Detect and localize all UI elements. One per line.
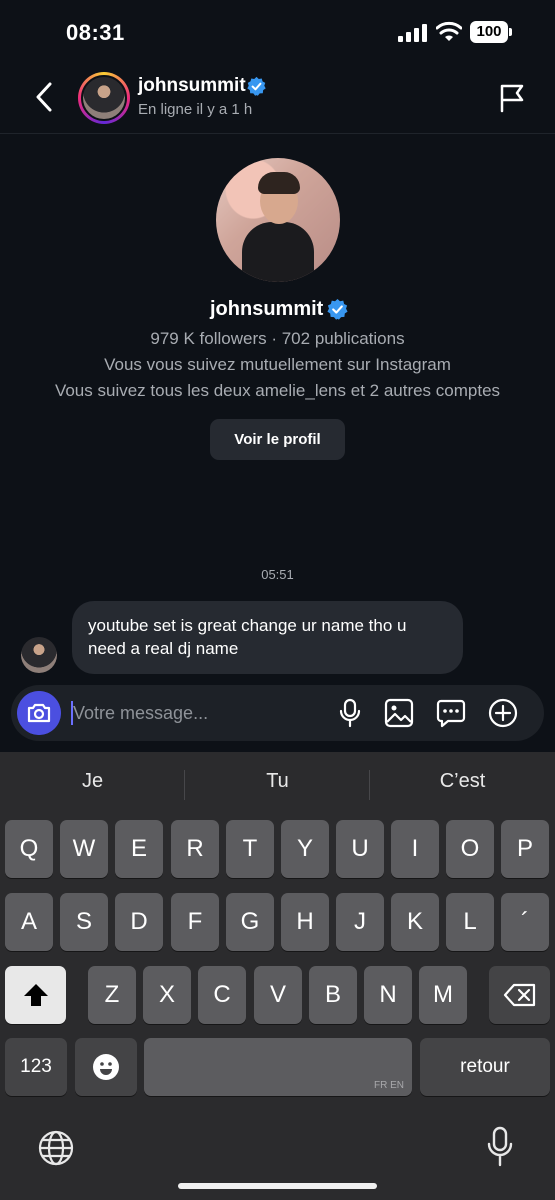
mutual-follow-text: Vous vous suivez mutuellement sur Instag…	[104, 355, 451, 374]
gallery-icon[interactable]	[383, 697, 415, 729]
key-u[interactable]: U	[336, 820, 384, 878]
sender-avatar[interactable]	[21, 637, 57, 673]
status-time: 08:31	[66, 20, 125, 45]
verified-badge-icon	[247, 76, 266, 96]
shared-follows-text: Vous suivez tous les deux amelie_lens et…	[54, 381, 501, 400]
battery-indicator: 100	[470, 21, 508, 43]
header-username[interactable]: johnsummit	[138, 75, 246, 97]
plus-icon[interactable]	[487, 697, 519, 729]
key-v[interactable]: V	[254, 966, 302, 1024]
message-timestamp: 05:51	[261, 567, 294, 582]
backspace-icon	[503, 983, 535, 1007]
microphone-icon[interactable]	[334, 697, 366, 729]
key-s[interactable]: S	[60, 893, 108, 951]
key-m[interactable]: M	[419, 966, 467, 1024]
key-h[interactable]: H	[281, 893, 329, 951]
dictation-icon[interactable]	[484, 1126, 516, 1168]
message-composer	[11, 685, 544, 741]
profile-stats: 979 K followers · 702 publications	[150, 329, 405, 348]
cellular-signal-icon	[398, 24, 427, 42]
key-acute-accent[interactable]: ´	[501, 893, 549, 951]
key-l[interactable]: L	[446, 893, 494, 951]
key-k[interactable]: K	[391, 893, 439, 951]
back-icon[interactable]	[30, 80, 62, 114]
key-p[interactable]: P	[501, 820, 549, 878]
key-o[interactable]: O	[446, 820, 494, 878]
space-languages: FR EN	[374, 1080, 404, 1091]
message-bubble[interactable]: youtube set is great change ur name tho …	[72, 601, 463, 674]
key-b[interactable]: B	[309, 966, 357, 1024]
key-d[interactable]: D	[115, 893, 163, 951]
key-z[interactable]: Z	[88, 966, 136, 1024]
key-j[interactable]: J	[336, 893, 384, 951]
battery-tip	[509, 28, 512, 36]
globe-icon[interactable]	[36, 1128, 76, 1168]
home-indicator[interactable]	[178, 1183, 377, 1189]
chat-header: johnsummit En ligne il y a 1 h	[0, 64, 555, 134]
profile-photo[interactable]	[216, 158, 340, 282]
profile-username: johnsummit	[210, 298, 324, 320]
key-r[interactable]: R	[171, 820, 219, 878]
flag-icon[interactable]	[497, 82, 527, 114]
keyboard: Je Tu C’est Q W E R T Y U I O P A S D F …	[0, 752, 555, 1200]
emoji-icon	[93, 1054, 119, 1080]
emoji-key[interactable]	[75, 1038, 137, 1096]
status-bar: 08:31 100	[0, 0, 555, 64]
key-g[interactable]: G	[226, 893, 274, 951]
sticker-icon[interactable]	[435, 697, 467, 729]
key-y[interactable]: Y	[281, 820, 329, 878]
key-n[interactable]: N	[364, 966, 412, 1024]
suggestion-3[interactable]: C’est	[370, 770, 555, 793]
backspace-key[interactable]	[489, 966, 550, 1024]
key-c[interactable]: C	[198, 966, 246, 1024]
suggestion-2[interactable]: Tu	[185, 770, 370, 793]
online-status: En ligne il y a 1 h	[138, 101, 253, 118]
header-avatar[interactable]	[78, 72, 130, 124]
wifi-icon	[436, 21, 462, 41]
key-a[interactable]: A	[5, 893, 53, 951]
key-q[interactable]: Q	[5, 820, 53, 878]
view-profile-button[interactable]: Voir le profil	[210, 419, 345, 460]
verified-badge-icon	[327, 298, 348, 320]
camera-icon[interactable]	[17, 691, 61, 735]
numbers-key[interactable]: 123	[5, 1038, 67, 1096]
key-t[interactable]: T	[226, 820, 274, 878]
key-f[interactable]: F	[171, 893, 219, 951]
return-key[interactable]: retour	[420, 1038, 550, 1096]
shift-key[interactable]	[5, 966, 66, 1024]
key-e[interactable]: E	[115, 820, 163, 878]
shift-icon	[23, 984, 48, 1006]
message-input[interactable]	[73, 693, 323, 733]
space-key[interactable]: FR EN	[144, 1038, 412, 1096]
key-i[interactable]: I	[391, 820, 439, 878]
key-w[interactable]: W	[60, 820, 108, 878]
suggestion-1[interactable]: Je	[0, 770, 185, 793]
key-x[interactable]: X	[143, 966, 191, 1024]
